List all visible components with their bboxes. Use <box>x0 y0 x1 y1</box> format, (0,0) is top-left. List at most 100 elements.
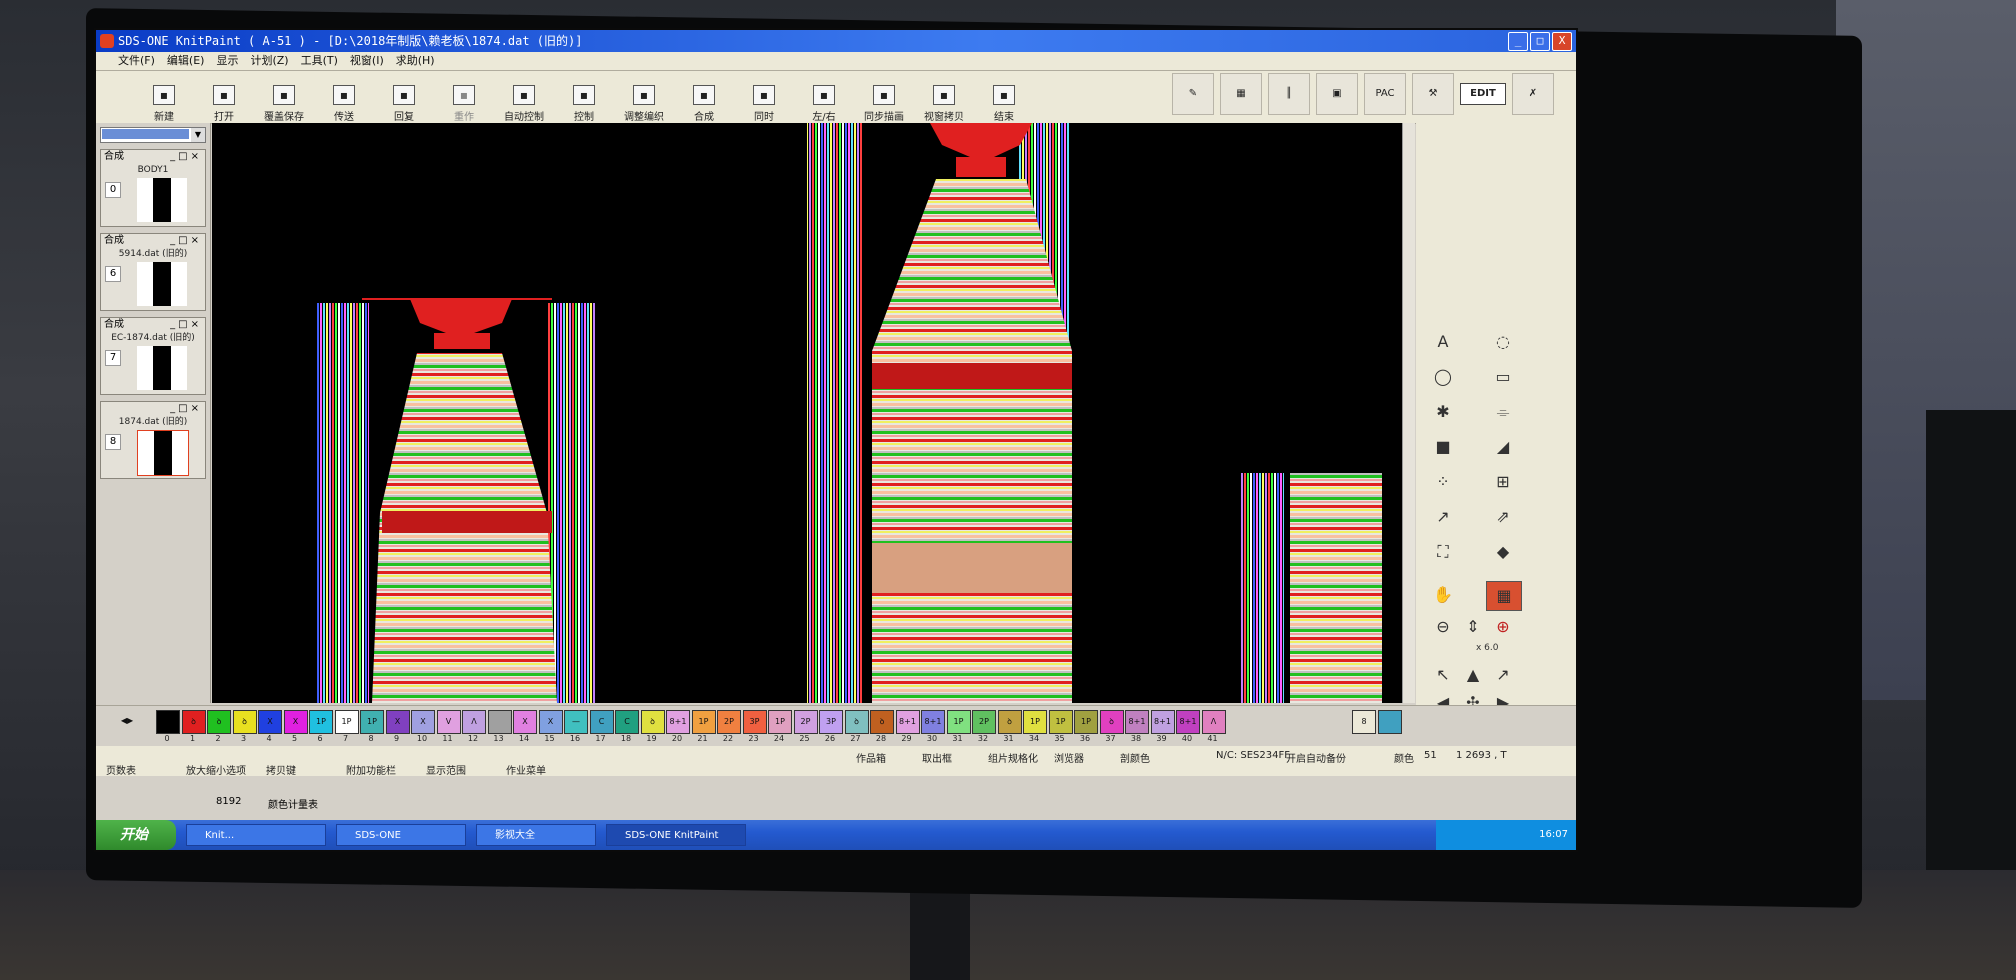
color-swatch-8[interactable]: 1P <box>360 710 384 734</box>
status-tab-3[interactable]: 附加功能栏 <box>346 762 396 777</box>
color-swatch-29[interactable]: 8+1 <box>895 710 920 734</box>
color-swatch-14[interactable]: X <box>513 710 537 734</box>
color-swatch-28[interactable]: ꝺ <box>870 710 894 734</box>
palette-prev-icon[interactable]: ◀▶ <box>116 710 138 732</box>
zoom-out-icon[interactable]: ⊖ <box>1426 613 1460 641</box>
toolbar-button-8[interactable]: ▪ 调整编织 <box>616 77 672 123</box>
carriage-icon[interactable]: ▣ <box>1316 73 1358 115</box>
arrow-upright-icon[interactable]: ↗ <box>1486 661 1520 689</box>
menu-item-6[interactable]: 求助(H) <box>396 52 435 70</box>
color-swatch-22[interactable]: 2P <box>717 710 741 734</box>
color-swatch-19[interactable]: ꝺ <box>640 710 665 734</box>
color-swatch-38[interactable]: 8+1 <box>1125 710 1149 734</box>
panel-controls-icon[interactable]: _□× <box>170 402 202 416</box>
text-tool-icon[interactable]: A <box>1426 328 1460 356</box>
status-tab-0[interactable]: 页数表 <box>106 762 136 777</box>
page-thumbnail[interactable]: _□× 1874.dat (旧的) 8 <box>100 401 206 479</box>
color-swatch-36[interactable]: 1P <box>1074 710 1098 734</box>
toolbar-button-14[interactable]: ▪ 结束 <box>976 77 1032 123</box>
page-thumbnail[interactable]: 合成 _□× BODY1 0 <box>100 149 206 227</box>
stitch-tool-icon[interactable]: ║ <box>1268 73 1310 115</box>
color-swatch-4[interactable]: X <box>258 710 282 734</box>
toolbar-button-11[interactable]: ▪ 左/右 <box>796 77 852 123</box>
status-right-3[interactable]: 浏览器 <box>1054 750 1084 765</box>
color-swatch-10[interactable]: X <box>411 710 435 734</box>
color-swatch-7[interactable]: 1P <box>334 710 359 734</box>
color-swatch-16[interactable]: — <box>564 710 588 734</box>
color-swatch-20[interactable]: 8+1 <box>666 710 690 734</box>
toolbar-button-7[interactable]: ▪ 控制 <box>556 77 612 123</box>
color-swatch-39[interactable]: 8+1 <box>1150 710 1175 734</box>
menu-item-2[interactable]: 显示 <box>216 52 238 70</box>
status-right-4[interactable]: 剖颜色 <box>1120 750 1150 765</box>
arrow-up-icon[interactable]: ▲ <box>1456 661 1490 689</box>
color-swatch-24[interactable]: 1P <box>768 710 792 734</box>
color-swatch-40[interactable]: 8+1 <box>1176 710 1200 734</box>
mesh-tool-icon[interactable]: ⊞ <box>1486 468 1520 496</box>
page-thumbnail[interactable]: 合成 _□× EC-1874.dat (旧的) 7 <box>100 317 206 395</box>
stairs-tool-icon[interactable]: ⌯ <box>1486 398 1520 426</box>
close-button[interactable]: X <box>1552 32 1572 51</box>
start-button[interactable]: 开始 <box>96 820 176 850</box>
color-swatch-13[interactable] <box>487 710 512 734</box>
toolbar-button-0[interactable]: ▪ 新建 <box>136 77 192 123</box>
copy-tool-icon[interactable]: ⇗ <box>1486 503 1520 531</box>
color-swatch-12[interactable]: Λ <box>462 710 486 734</box>
lasso-tool-icon[interactable]: ◌ <box>1486 328 1520 356</box>
toolbar-button-5[interactable]: ▪ 重作 <box>436 77 492 123</box>
task-video[interactable]: 影视大全 <box>476 824 596 846</box>
pac-button[interactable]: PAC <box>1364 73 1406 115</box>
color-swatch-23[interactable]: 3P <box>742 710 767 734</box>
edit-button[interactable]: EDIT <box>1460 83 1506 105</box>
task-knitpaint[interactable]: SDS-ONE KnitPaint <box>606 824 746 846</box>
color-swatch-3[interactable]: ꝺ <box>232 710 257 734</box>
color-swatch-21[interactable]: 1P <box>691 710 716 734</box>
color-swatch-1[interactable]: ꝺ <box>181 710 206 734</box>
color-swatch-9[interactable]: X <box>385 710 410 734</box>
task-sds-one[interactable]: SDS-ONE <box>336 824 466 846</box>
eraser-tool-icon[interactable]: ◆ <box>1486 538 1520 566</box>
toolbar-button-3[interactable]: ▪ 传送 <box>316 77 372 123</box>
toolbar-button-2[interactable]: ▪ 覆盖保存 <box>256 77 312 123</box>
color-swatch-5[interactable]: X <box>283 710 308 734</box>
cube-tool-icon[interactable]: ■ <box>1426 433 1460 461</box>
design-canvas[interactable] <box>212 123 1402 703</box>
color-swatch-41[interactable]: Λ <box>1201 710 1226 734</box>
toolbar-button-12[interactable]: ▪ 同步描画 <box>856 77 912 123</box>
task-knit-small[interactable]: Knit... <box>186 824 326 846</box>
color-swatch-34[interactable]: 1P <box>1023 710 1047 734</box>
spray-tool-icon[interactable]: ✱ <box>1426 398 1460 426</box>
color-swatch-6[interactable]: 1P <box>309 710 333 734</box>
panel-controls-icon[interactable]: _□× <box>170 234 202 248</box>
status-tab-5[interactable]: 作业菜单 <box>506 762 546 777</box>
color-swatch-32[interactable]: 2P <box>972 710 996 734</box>
zoom-arrows-icon[interactable]: ⇕ <box>1456 613 1490 641</box>
color-swatch-26[interactable]: 3P <box>819 710 843 734</box>
vertical-scrollbar[interactable] <box>1402 123 1415 703</box>
rect-tool-icon[interactable]: ▭ <box>1486 363 1520 391</box>
grid-view-icon[interactable]: ▦ <box>1486 581 1522 611</box>
color-swatch-33[interactable]: ꝺ <box>997 710 1022 734</box>
page-thumbnail[interactable]: 合成 _□× 5914.dat (旧的) 6 <box>100 233 206 311</box>
yarn-tool-icon[interactable]: ✗ <box>1512 73 1554 115</box>
line-tool-icon[interactable]: ✎ <box>1172 73 1214 115</box>
frame-tool-icon[interactable]: ⛶ <box>1426 538 1460 566</box>
toolbar-button-1[interactable]: ▪ 打开 <box>196 77 252 123</box>
menu-item-4[interactable]: 工具(T) <box>301 52 338 70</box>
status-right-0[interactable]: 作品箱 <box>856 750 886 765</box>
maximize-button[interactable]: □ <box>1530 32 1550 51</box>
color-swatch-0[interactable] <box>156 710 180 734</box>
panel-controls-icon[interactable]: _□× <box>170 150 202 164</box>
color-swatch-11[interactable]: V <box>436 710 461 734</box>
status-right-2[interactable]: 组片规格化 <box>988 750 1038 765</box>
title-bar[interactable]: SDS-ONE KnitPaint ( A-51 ) - [D:\2018年制版… <box>96 30 1576 52</box>
dots-tool-icon[interactable]: ⁘ <box>1426 468 1460 496</box>
grid-number-icon[interactable]: ▦ <box>1220 73 1262 115</box>
toolbar-button-10[interactable]: ▪ 同时 <box>736 77 792 123</box>
color-swatch-18[interactable]: C <box>615 710 639 734</box>
color-swatch-25[interactable]: 2P <box>793 710 818 734</box>
menu-item-0[interactable]: 文件(F) <box>118 52 155 70</box>
color-swatch-31[interactable]: 1P <box>946 710 971 734</box>
fill-tool-icon[interactable]: ◢ <box>1486 433 1520 461</box>
minimize-button[interactable]: _ <box>1508 32 1528 51</box>
